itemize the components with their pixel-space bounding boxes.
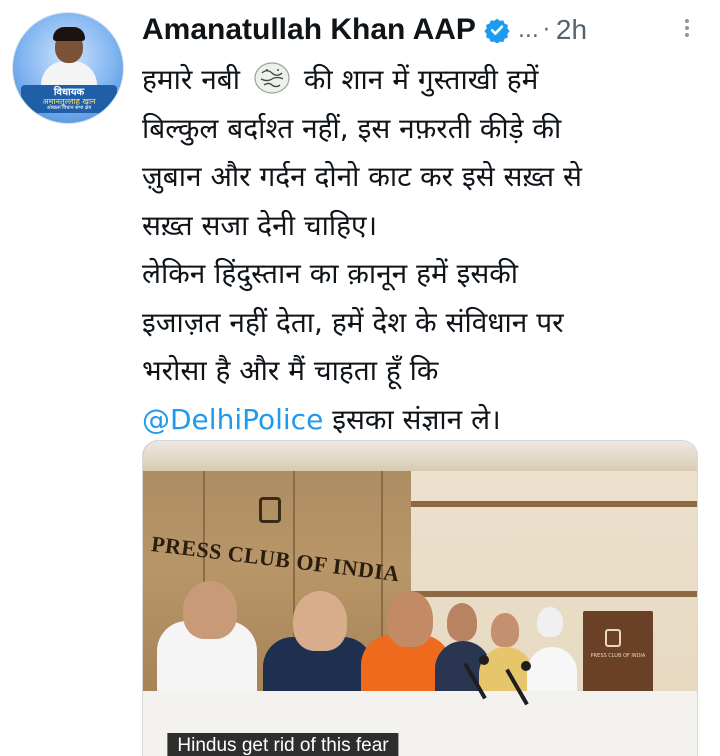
speaker-3-head: [387, 591, 433, 647]
honorific-seal-icon: [254, 62, 290, 94]
tweet-text-segment: हमारे नबी: [142, 63, 240, 96]
microphone-head-icon: [521, 661, 531, 671]
tweet-text: हमारे नबी की शान में गुस्ताखी हमें बिल्क…: [142, 56, 708, 444]
author-avatar[interactable]: विधायक अमानतुल्लाह खान ओखला विधान सभा क्…: [12, 12, 124, 124]
avatar-banner: विधायक अमानतुल्लाह खान ओखला विधान सभा क्…: [21, 85, 117, 113]
tweet-text-line: ज़ुबान और गर्दन दोनो काट कर इसे सख़्त से: [142, 160, 582, 193]
author-handle[interactable]: ...: [518, 18, 539, 43]
ceiling: [143, 441, 697, 471]
tweet-text-line: सख़्त सजा देनी चाहिए।: [142, 208, 378, 242]
author-display-name[interactable]: Amanatullah Khan AAP: [142, 13, 476, 47]
tweet-text-line: भरोसा है और मैं चाहता हूँ कि: [142, 354, 439, 387]
speaker-2-head: [293, 591, 347, 651]
mention-link[interactable]: @DelhiPolice: [142, 403, 323, 436]
video-caption: Hindus get rid of this fear: [167, 733, 399, 756]
verified-badge-icon: [484, 18, 510, 43]
podium-text: PRESS CLUB OF INDIA: [590, 653, 646, 659]
wall-trim: [411, 501, 697, 507]
wall-trim: [411, 591, 697, 597]
tweet-text-line: इजाज़त नहीं देता, हमें देश के संविधान पर: [142, 305, 564, 339]
tweet-text-line: लेकिन हिंदुस्तान का क़ानून हमें इसकी: [142, 257, 519, 290]
tweet-text-line: हमारे नबी की शान में गुस्ताखी हमें: [142, 56, 708, 105]
press-club-logo-icon: [259, 497, 281, 523]
tweet-header: Amanatullah Khan AAP ... · 2h: [142, 10, 712, 50]
avatar-figure-hair: [53, 27, 85, 41]
tweet-text-segment: इसका संज्ञान ले।: [323, 402, 501, 436]
avatar-banner-constituency: ओखला विधान सभा क्षेत्र: [46, 105, 92, 111]
tweet-media-video[interactable]: PRESS CLUB OF INDIA PRESS CLUB OF INDIA …: [142, 440, 698, 756]
podium-logo-icon: [605, 629, 621, 647]
speaker-5-head: [491, 613, 519, 647]
speaker-1-head: [183, 581, 237, 639]
tweet-text-segment: की शान में गुस्ताखी हमें: [303, 63, 539, 96]
tweet-text-line: बिल्कुल बर्दाश्त नहीं, इस नफ़रती कीड़े क…: [142, 111, 562, 145]
microphone-head-icon: [479, 655, 489, 665]
speaker-4-head: [447, 603, 477, 641]
tweet-text-line: @DelhiPolice इसका संज्ञान ले।: [142, 396, 708, 445]
tweet-timestamp[interactable]: 2h: [556, 14, 587, 46]
tweet-card[interactable]: विधायक अमानतुल्लाह खान ओखला विधान सभा क्…: [0, 0, 720, 756]
speaker-6-turban: [537, 607, 563, 637]
more-options-icon[interactable]: [677, 16, 697, 44]
time-separator: ·: [542, 17, 550, 43]
